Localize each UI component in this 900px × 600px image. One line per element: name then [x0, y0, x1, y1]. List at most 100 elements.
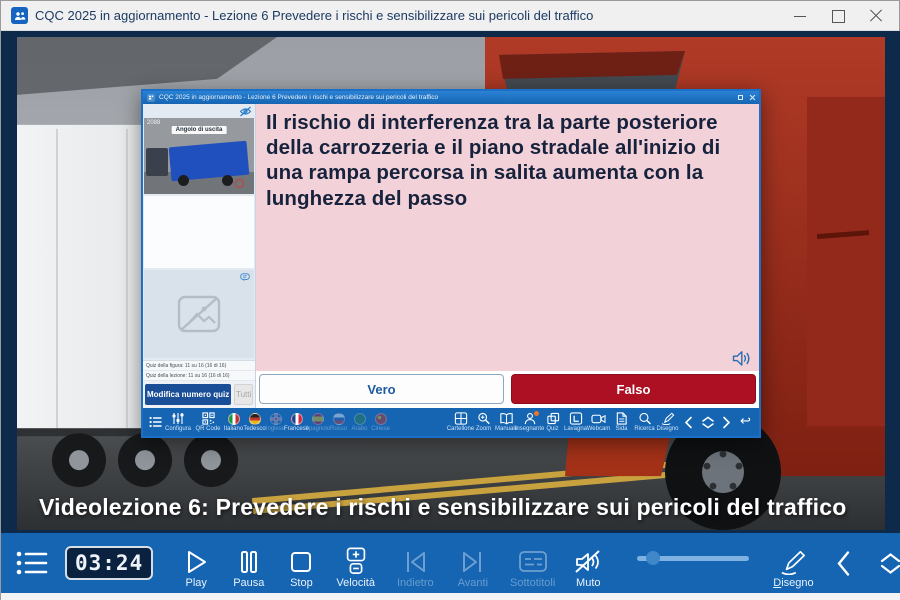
- toolbar-webcam[interactable]: Webcam: [587, 412, 610, 432]
- pen-icon: [660, 412, 675, 425]
- all-quiz-button[interactable]: Tutti: [234, 384, 253, 405]
- draw-button[interactable]: Disegno: [773, 537, 813, 589]
- sidebar-image-panel: [144, 270, 254, 358]
- chevron-left-icon: [836, 550, 851, 577]
- toolbar-cartellone[interactable]: Cartellone: [449, 412, 472, 432]
- toolbar-next-button[interactable]: [717, 416, 736, 429]
- play-icon: [183, 549, 209, 575]
- answer-false-button[interactable]: Falso: [511, 374, 756, 404]
- video-stage: Videolezione 6: Prevedere i rischi e sen…: [1, 31, 900, 533]
- toolbar-zoom[interactable]: Zoom: [472, 412, 495, 432]
- toolbar-configura[interactable]: Configura: [163, 412, 193, 432]
- sidebar-buttons: Modifica numero quiz Tutti: [143, 381, 255, 408]
- toolbar-lang-spagnolo[interactable]: Spagnolo: [307, 413, 328, 432]
- quiz-close-button[interactable]: [750, 95, 755, 100]
- flag-uk-icon: [270, 413, 282, 425]
- quiz-window-icon: [147, 94, 155, 102]
- quiz-list-button[interactable]: [147, 416, 163, 428]
- thumbnail-title: Angolo di uscita: [172, 126, 227, 134]
- question-area: Il rischio di interferenza tra la parte …: [256, 104, 759, 371]
- quiz-info-figure: Quiz della figura: 11 su 16 (16 di 16): [143, 361, 255, 371]
- grid-board-icon: [454, 412, 468, 425]
- lesson-timer: 03:24: [65, 546, 153, 580]
- missing-image-icon: [177, 295, 221, 333]
- quiz-number: 2088: [147, 120, 160, 126]
- subtitles-button[interactable]: Sottotitoli: [510, 537, 555, 589]
- toolbar-lavagna[interactable]: Lavagna: [564, 412, 587, 432]
- toolbar-lang-inglese[interactable]: Inglese: [265, 413, 286, 432]
- chevron-right-icon: [722, 416, 731, 429]
- window-title: CQC 2025 in aggiornamento - Lezione 6 Pr…: [35, 8, 593, 23]
- toolbar-expand-button[interactable]: [698, 416, 717, 429]
- mute-icon: [573, 549, 603, 575]
- answer-buttons: Vero Falso: [256, 371, 759, 408]
- toolbar-lang-tedesco[interactable]: Tedesco: [244, 413, 265, 432]
- toolbar-lang-cinese[interactable]: Cinese: [370, 413, 391, 432]
- playlist-icon: [15, 549, 49, 577]
- flag-italy-icon: [228, 413, 240, 425]
- sidebar-empty-panel: [144, 196, 254, 268]
- search-icon: [638, 412, 652, 425]
- quiz-figure-thumbnail[interactable]: 2088 Angolo di uscita: [144, 118, 254, 194]
- minimize-button[interactable]: [793, 9, 807, 23]
- quiz-maximize-button[interactable]: [738, 95, 743, 100]
- toolbar-prev-button[interactable]: [679, 416, 698, 429]
- toolbar-disegno[interactable]: Disegno: [656, 412, 679, 432]
- toolbar-return-button[interactable]: ↩: [736, 416, 755, 428]
- toolbar-ricerca[interactable]: Ricerca: [633, 412, 656, 432]
- toolbar-lang-italiano[interactable]: Italiano: [223, 413, 244, 432]
- quiz-window-title: CQC 2025 in aggiornamento - Lezione 6 Pr…: [159, 94, 732, 101]
- flag-russia-icon: [333, 413, 345, 425]
- app-logo-people-icon: [11, 7, 28, 24]
- skip-back-icon: [401, 549, 429, 575]
- pause-button[interactable]: Pausa: [233, 537, 264, 589]
- pause-icon: [236, 549, 262, 575]
- player-expand-button[interactable]: [869, 550, 900, 577]
- draw-pen-icon: [778, 549, 808, 575]
- next-button[interactable]: Avanti: [458, 537, 488, 589]
- toolbar-lang-russo[interactable]: Russo: [328, 413, 349, 432]
- stop-button[interactable]: Stop: [288, 537, 314, 589]
- whiteboard-L-icon: [569, 412, 583, 425]
- sidebar-topbar: [143, 104, 255, 118]
- skip-forward-icon: [459, 549, 487, 575]
- question-text: Il rischio di interferenza tra la parte …: [266, 110, 749, 211]
- list-icon: [149, 416, 162, 428]
- page-icon: [615, 412, 628, 425]
- flag-china-icon: [375, 413, 387, 425]
- bottom-strip: [1, 593, 900, 600]
- toolbar-qr-code[interactable]: QR Code: [193, 412, 223, 432]
- toolbar-lang-arabo[interactable]: Arabo: [349, 413, 370, 432]
- toolbar-quiz[interactable]: Quiz: [541, 412, 564, 432]
- window-controls: [793, 9, 889, 23]
- webcam-icon: [591, 412, 606, 425]
- previous-button[interactable]: Indietro: [397, 537, 434, 589]
- play-button[interactable]: Play: [183, 537, 209, 589]
- speaker-icon[interactable]: [732, 350, 751, 367]
- quiz-info-lesson: Quiz della lezione: 11 su 16 (16 di 16): [143, 371, 255, 381]
- mute-button[interactable]: Muto: [573, 537, 603, 589]
- book-icon: [499, 412, 514, 425]
- toolbar-sida[interactable]: Sida: [610, 412, 633, 432]
- speed-plus-minus-icon: [343, 547, 369, 575]
- app-titlebar: CQC 2025 in aggiornamento - Lezione 6 Pr…: [1, 1, 899, 31]
- return-arrow-icon: ↩: [740, 416, 751, 428]
- quiz-sidebar: 2088 Angolo di uscita: [143, 104, 256, 408]
- toolbar-insegnante[interactable]: Insegnante: [518, 412, 541, 432]
- quiz-window-body: 2088 Angolo di uscita: [143, 104, 759, 408]
- edit-quiz-number-button[interactable]: Modifica numero quiz: [145, 384, 231, 405]
- player-prev-lesson-button[interactable]: [828, 550, 859, 577]
- volume-slider[interactable]: [637, 556, 749, 561]
- flag-france-icon: [291, 413, 303, 425]
- player-playlist-button[interactable]: [15, 549, 49, 577]
- volume-track[interactable]: [637, 556, 749, 561]
- close-button[interactable]: [869, 9, 883, 23]
- maximize-button[interactable]: [831, 9, 845, 23]
- comment-bubble-icon[interactable]: [240, 273, 250, 282]
- volume-thumb[interactable]: [646, 551, 660, 565]
- eye-off-icon[interactable]: [239, 106, 252, 117]
- chevrons-up-down-icon: [701, 416, 715, 429]
- speed-button[interactable]: Velocità: [336, 537, 375, 589]
- quiz-window: CQC 2025 in aggiornamento - Lezione 6 Pr…: [141, 89, 761, 438]
- answer-true-button[interactable]: Vero: [259, 374, 504, 404]
